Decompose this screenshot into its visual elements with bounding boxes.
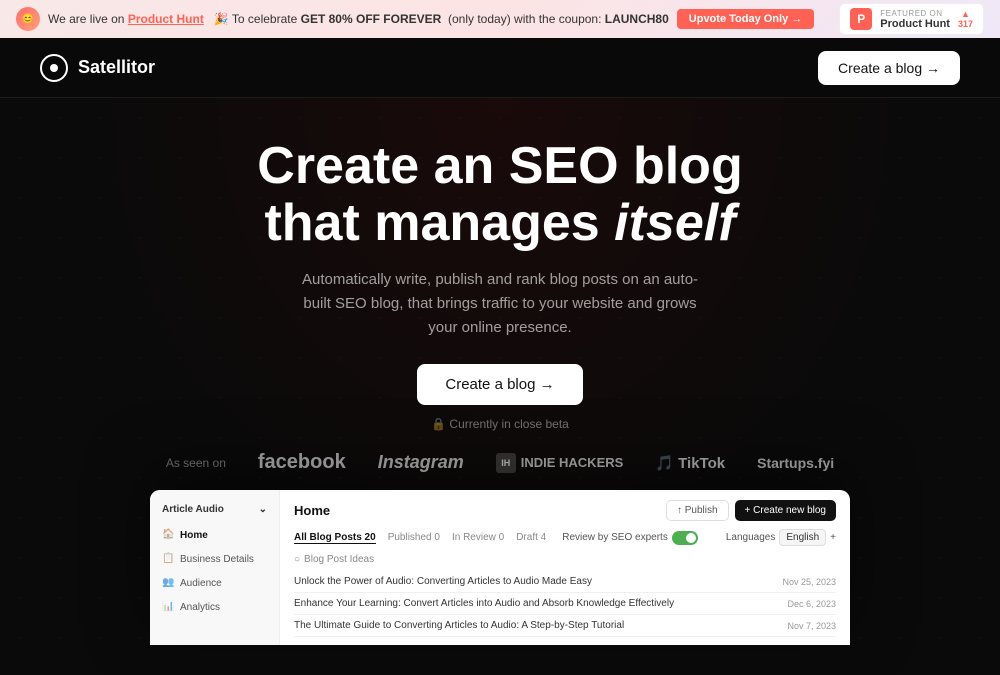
navbar: Satellitor Create a blog →	[0, 38, 1000, 98]
create-new-blog-button[interactable]: + Create new blog	[735, 500, 836, 521]
upvote-button[interactable]: Upvote Today Only →	[677, 9, 814, 29]
blog-section-circle-icon: ○	[294, 554, 300, 565]
brand-startups: Startups.fyi	[757, 455, 834, 471]
home-icon: 🏠	[162, 529, 174, 541]
brand-facebook: facebook	[258, 451, 346, 474]
hero-italic: itself	[614, 194, 735, 252]
business-icon: 📋	[162, 553, 174, 565]
ih-label: INDIE HACKERS	[521, 455, 624, 470]
lang-add-icon[interactable]: +	[830, 532, 836, 543]
ph-votes: ▲ 317	[958, 9, 973, 29]
ph-name-label: Product Hunt	[880, 18, 950, 30]
blog-post-row-3: The Ultimate Guide to Converting Article…	[294, 615, 836, 637]
blog-post-row-1: Unlock the Power of Audio: Converting Ar…	[294, 571, 836, 593]
dashboard-sidebar: Article Audio ⌄ 🏠 Home 📋 Business Detail…	[150, 490, 280, 645]
banner-avatar: 😊	[16, 7, 40, 31]
blog-post-date-2: Dec 6, 2023	[787, 599, 836, 609]
analytics-icon: 📊	[162, 601, 174, 613]
tabs-row: All Blog Posts 20 Published 0 In Review …	[294, 529, 836, 546]
hero-section: Create an SEO blog that manages itself A…	[0, 98, 1000, 675]
brand-indiehackers: IH INDIE HACKERS	[496, 453, 624, 473]
coupon-code: LAUNCH80	[605, 12, 669, 26]
lang-label: Languages	[726, 532, 776, 543]
ph-text: FEATURED ON Product Hunt	[880, 9, 950, 30]
brand-tiktok: 🎵 TikTok	[655, 454, 725, 472]
logo-inner-dot	[50, 64, 58, 72]
main-title: Home	[294, 503, 330, 518]
sidebar-chevron-icon: ⌄	[259, 504, 267, 515]
ph-arrow: ▲	[961, 9, 970, 19]
toggle-label: Review by SEO experts	[562, 532, 668, 543]
seo-toggle[interactable]	[672, 531, 698, 545]
sidebar-brand-text: Article Audio	[162, 504, 224, 515]
audience-icon: 👥	[162, 577, 174, 589]
brand-instagram: Instagram	[378, 452, 464, 473]
tab-published[interactable]: Published 0	[388, 532, 440, 543]
sidebar-item-analytics[interactable]: 📊 Analytics	[150, 595, 279, 619]
dashboard-preview: Article Audio ⌄ 🏠 Home 📋 Business Detail…	[150, 490, 850, 645]
toggle-dot	[686, 533, 696, 543]
ph-count: 317	[958, 19, 973, 29]
tab-in-review[interactable]: In Review 0	[452, 532, 504, 543]
ph-badge: P FEATURED ON Product Hunt ▲ 317	[839, 3, 984, 35]
as-seen-row: As seen on facebook Instagram IH INDIE H…	[20, 431, 980, 490]
blog-post-title-1[interactable]: Unlock the Power of Audio: Converting Ar…	[294, 576, 592, 587]
sidebar-item-business[interactable]: 📋 Business Details	[150, 547, 279, 571]
publish-button[interactable]: ↑ Publish	[666, 500, 729, 521]
sidebar-home-label: Home	[180, 530, 208, 541]
ih-icon: IH	[496, 453, 516, 473]
hero-cta-button[interactable]: Create a blog →	[417, 364, 582, 405]
dashboard-main: Home ↑ Publish + Create new blog All Blo…	[280, 490, 850, 645]
as-seen-label: As seen on	[166, 456, 226, 470]
ph-featured-label: FEATURED ON	[880, 9, 950, 18]
navbar-create-blog-button[interactable]: Create a blog →	[818, 51, 960, 85]
beta-note: 🔒 Currently in close beta	[20, 417, 980, 431]
logo: Satellitor	[40, 54, 155, 82]
sidebar-item-home[interactable]: 🏠 Home	[150, 523, 279, 547]
language-group: Languages English +	[726, 529, 836, 546]
seo-experts-toggle-group: Review by SEO experts	[562, 531, 698, 545]
hero-title: Create an SEO blog that manages itself	[20, 138, 980, 252]
tab-draft[interactable]: Draft 4	[516, 532, 546, 543]
banner-live-text: We are live on Product Hunt 🎉 To celebra…	[48, 12, 669, 26]
sidebar-brand: Article Audio ⌄	[150, 500, 279, 523]
deal-text: GET 80% OFF FOREVER	[301, 12, 442, 26]
blog-post-date-3: Nov 7, 2023	[787, 621, 836, 631]
logo-text: Satellitor	[78, 57, 155, 78]
sidebar-business-label: Business Details	[180, 554, 254, 565]
top-banner: 😊 We are live on Product Hunt 🎉 To celeb…	[0, 0, 1000, 38]
logo-icon	[40, 54, 68, 82]
blog-section-label: Blog Post Ideas	[304, 554, 374, 565]
blog-post-title-3[interactable]: The Ultimate Guide to Converting Article…	[294, 620, 624, 631]
main-header: Home ↑ Publish + Create new blog	[294, 500, 836, 521]
sidebar-item-audience[interactable]: 👥 Audience	[150, 571, 279, 595]
product-hunt-link[interactable]: Product Hunt	[128, 12, 204, 26]
tab-all[interactable]: All Blog Posts 20	[294, 532, 376, 544]
blog-post-date-1: Nov 25, 2023	[782, 577, 836, 587]
banner-left: 😊 We are live on Product Hunt 🎉 To celeb…	[16, 7, 814, 31]
ph-icon: P	[850, 8, 872, 30]
main-actions: ↑ Publish + Create new blog	[666, 500, 836, 521]
sidebar-analytics-label: Analytics	[180, 602, 220, 613]
blog-post-row-2: Enhance Your Learning: Convert Articles …	[294, 593, 836, 615]
blog-section-header: ○ Blog Post Ideas	[294, 554, 836, 565]
sidebar-audience-label: Audience	[180, 578, 222, 589]
hero-subtitle: Automatically write, publish and rank bl…	[290, 268, 710, 340]
banner-right: P FEATURED ON Product Hunt ▲ 317	[839, 3, 984, 35]
language-select[interactable]: English	[779, 529, 826, 546]
blog-post-title-2[interactable]: Enhance Your Learning: Convert Articles …	[294, 598, 674, 609]
